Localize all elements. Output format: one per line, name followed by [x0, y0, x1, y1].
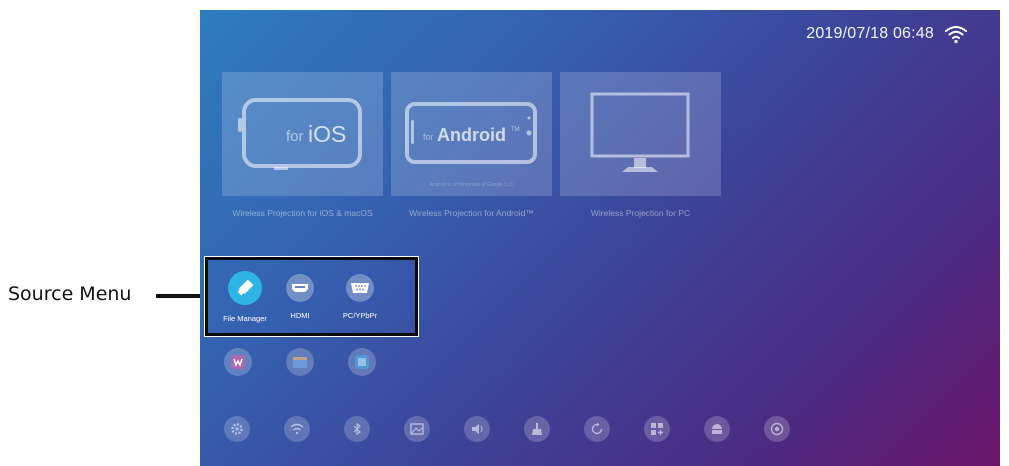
status-bar: 2019/07/18 06:48	[806, 24, 968, 44]
speaker-icon[interactable]	[464, 416, 490, 442]
source-file-manager[interactable]: File Manager	[215, 271, 275, 323]
card-ios-projection[interactable]: for iOS Wireless Projection for iOS & ma…	[222, 72, 383, 219]
card-android-caption: Wireless Projection for Android™	[409, 208, 534, 218]
card-android-trademark: TM	[511, 127, 520, 133]
card-android-tile[interactable]: for Android TM Android is a trademark of…	[391, 72, 552, 196]
file-manager-button[interactable]	[228, 271, 262, 305]
bluetooth-icon[interactable]	[344, 416, 370, 442]
app-grid-icon[interactable]	[644, 416, 670, 442]
source-pc-ypbpr[interactable]: PC/YPbPr	[330, 274, 390, 320]
picture-icon[interactable]	[404, 416, 430, 442]
card-pc-projection[interactable]: Wireless Projection for PC	[560, 72, 721, 219]
callout-leader-line	[156, 294, 206, 298]
card-pc-tile[interactable]	[560, 72, 721, 196]
date-time: 2019/07/18 06:48	[806, 25, 934, 42]
source-menu-callout-label: Source Menu	[8, 283, 132, 305]
wifi-icon	[945, 26, 967, 44]
launcher-screen: 2019/07/18 06:48 for iOS Wireless Projec…	[200, 10, 1000, 466]
vga-icon	[351, 283, 369, 293]
card-android-brand: Android	[437, 125, 506, 145]
android-icon[interactable]	[704, 416, 730, 442]
card-ios-caption: Wireless Projection for iOS & macOS	[232, 208, 373, 218]
video-player-icon[interactable]	[286, 348, 314, 376]
phone-icon: for Android TM	[405, 102, 537, 164]
card-android-projection[interactable]: for Android TM Android is a trademark of…	[391, 72, 552, 219]
projection-cards: for iOS Wireless Projection for iOS & ma…	[222, 72, 721, 219]
card-pc-caption: Wireless Projection for PC	[590, 208, 691, 218]
gallery-app-icon[interactable]	[348, 348, 376, 376]
card-ios-for: for	[286, 128, 304, 145]
wifi-settings-icon[interactable]	[284, 416, 310, 442]
wps-office-icon[interactable]	[224, 348, 252, 376]
source-hdmi[interactable]: HDMI	[270, 274, 330, 320]
card-ios-brand: iOS	[308, 121, 346, 147]
file-manager-label: File Manager	[223, 314, 267, 323]
card-android-fine-print: Android is a trademark of Google LLC	[429, 182, 514, 188]
card-ios-tile[interactable]: for iOS	[222, 72, 383, 196]
card-android-for: for	[423, 132, 434, 142]
hdmi-icon	[292, 284, 308, 292]
hdmi-button[interactable]	[286, 274, 314, 302]
update-icon[interactable]	[584, 416, 610, 442]
usb-drive-icon	[237, 280, 253, 296]
hdmi-label: HDMI	[290, 311, 310, 320]
phone-icon: for iOS	[238, 98, 362, 170]
pc-ypbpr-button[interactable]	[346, 274, 374, 302]
gear-icon[interactable]	[224, 416, 250, 442]
pc-ypbpr-label: PC/YPbPr	[342, 311, 378, 320]
cleaner-icon[interactable]	[524, 416, 550, 442]
monitor-icon	[590, 92, 690, 172]
target-icon[interactable]	[764, 416, 790, 442]
